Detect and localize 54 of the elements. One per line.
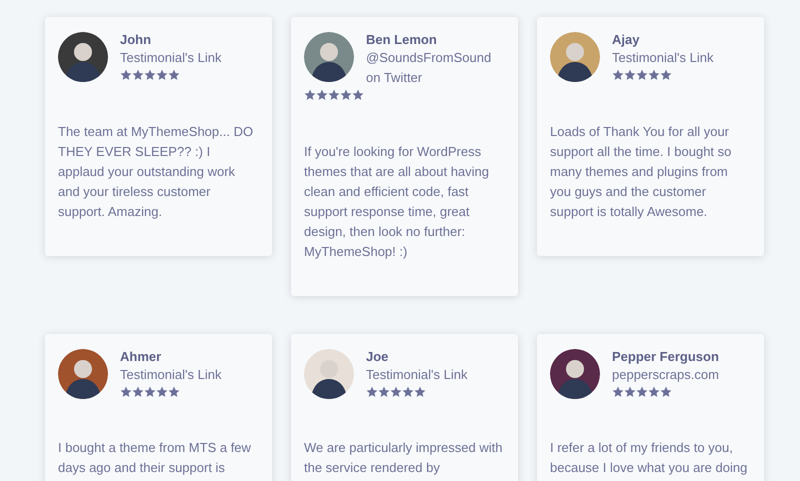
author-link[interactable]: Testimonial's Link [58,48,260,68]
star-icon [156,386,168,398]
star-icon [648,386,660,398]
star-icon [636,69,648,81]
star-icon [660,69,672,81]
author-name: Ben Lemon [365,32,438,48]
testimonial-quote: Loads of Thank You for all your support all the time. I bought so many themes and plugins from you guys and the customer support is totally Awesome. [550,122,732,221]
star-icon [120,386,132,398]
avatar-icon [58,32,108,82]
star-icon [120,69,132,81]
star-icon [132,386,144,398]
star-icon [304,89,316,101]
star-icon [660,386,672,398]
author-name: Joe [365,348,390,364]
star-icon [144,386,156,398]
testimonial-quote: The team at MyThemeShop... DO THEY EVER SLEEP?? :) I applaud your outstanding work and your tireless customer support. Amazing. [58,122,254,221]
testimonial-quote: We are particularly impressed with the service rendered by [304,439,504,477]
avatar-icon [58,348,108,398]
author-name: John [119,32,152,48]
star-icon [340,89,352,101]
star-icon [144,69,156,81]
author-name: Ahmer [119,348,162,364]
star-icon [612,69,624,81]
star-icon [636,386,648,398]
star-icon [132,69,144,81]
star-icon [390,386,402,398]
avatar-icon [304,348,354,398]
star-icon [378,386,390,398]
author-link[interactable]: Testimonial's Link [58,364,260,384]
author-name: Pepper Ferguson [611,348,720,364]
star-icon [624,69,636,81]
testimonial-quote: I refer a lot of my friends to you, because I love what you are doing [550,439,748,477]
avatar-icon [550,348,600,398]
author-link[interactable]: Testimonial's Link [304,364,506,384]
star-icon [352,89,364,101]
star-icon [414,386,426,398]
star-icon [168,69,180,81]
author-link[interactable]: pepperscraps.com [550,364,752,384]
star-icon [328,89,340,101]
author-link[interactable]: @SoundsFromSound on Twitter [304,48,506,88]
star-icon [402,386,414,398]
avatar-icon [550,32,600,82]
testimonial-quote: I bought a theme from MTS a few days ago and their support is [58,439,252,477]
testimonial-quote: If you're looking for WordPress themes that are all about having clean and efficient code, fast support response time, great design, then look no further: MyThemeShop! :) [304,142,490,261]
author-name: Ajay [611,32,640,48]
star-icon [648,69,660,81]
star-icon [612,386,624,398]
star-icon [168,386,180,398]
star-icon [366,386,378,398]
star-icon [156,69,168,81]
star-icon [624,386,636,398]
avatar-icon [304,32,354,82]
author-link[interactable]: Testimonial's Link [550,48,752,68]
star-icon [316,89,328,101]
